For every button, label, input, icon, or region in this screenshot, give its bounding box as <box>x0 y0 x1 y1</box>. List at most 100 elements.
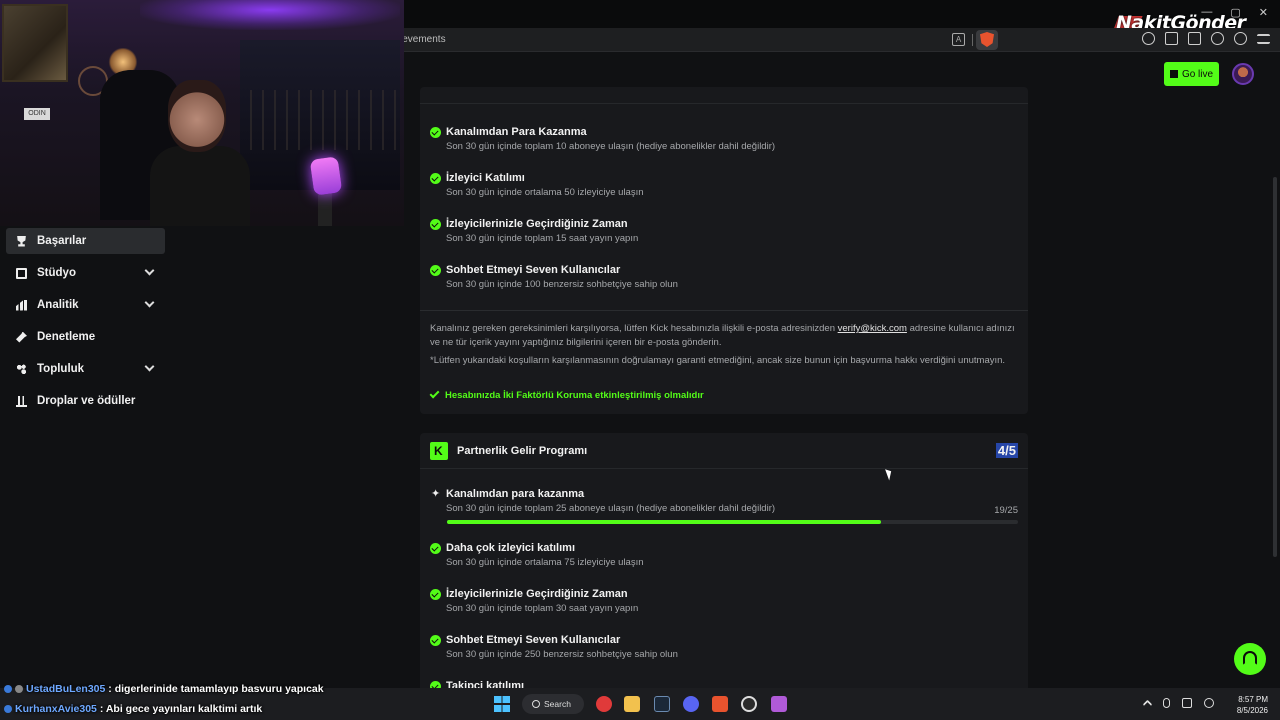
scroll-thumb[interactable] <box>1273 177 1277 557</box>
webcam-person-body <box>150 146 250 226</box>
webcam-city-lights <box>250 90 400 150</box>
chevron-down-icon <box>144 361 155 372</box>
card-divider <box>420 103 1028 104</box>
wrench-icon <box>16 331 27 343</box>
translate-icon[interactable]: A <box>952 33 965 46</box>
app-icon[interactable] <box>771 696 787 712</box>
network-icon[interactable] <box>1182 698 1192 708</box>
webcam-painting <box>2 4 68 82</box>
check-circle-icon <box>430 589 441 600</box>
webcam-person-head <box>168 80 226 152</box>
vpn-shield-icon[interactable] <box>1234 32 1247 45</box>
requirement-title: Sohbet Etmeyi Seven Kullanıcılar <box>446 634 621 646</box>
media-icon[interactable] <box>1142 32 1155 45</box>
sidebar-item-label: Başarılar <box>37 235 87 247</box>
sidebar-toggle-icon[interactable] <box>1165 32 1178 45</box>
chat-username: KurhanxAvie305 <box>15 703 97 715</box>
webcam-sign: ODIN <box>24 108 50 120</box>
drops-icon <box>16 395 27 407</box>
requirement-desc: Son 30 gün içinde 250 benzersiz sohbetçi… <box>446 649 678 660</box>
requirement-title: Kanalımdan Para Kazanma <box>446 126 587 138</box>
sidebar-item-moderation[interactable]: Denetleme <box>6 324 165 350</box>
badge-icon <box>4 685 12 694</box>
sidebar-item-label: Droplar ve ödüller <box>37 395 136 407</box>
requirement-desc: Son 30 gün içinde ortalama 50 izleyiciye… <box>446 187 644 198</box>
sparkle-icon: ✦ <box>431 488 441 500</box>
app-icon[interactable] <box>596 696 612 712</box>
page-scrollbar[interactable] <box>1270 97 1280 687</box>
check-circle-icon <box>430 219 441 230</box>
twofa-requirement: Hesabınızda İki Faktörlü Koruma etkinleş… <box>429 388 704 401</box>
sidebar-item-community[interactable]: Topluluk <box>6 356 165 382</box>
check-circle-icon <box>430 635 441 646</box>
badge-icon <box>4 705 12 714</box>
sidebar: Başarılar Stüdyo Analitik Denetleme Topl… <box>0 226 172 686</box>
taskbar-search[interactable]: Search <box>522 694 584 714</box>
webcam-microphone <box>309 156 343 196</box>
progress-bar-fill <box>447 520 881 524</box>
sidebar-item-label: Topluluk <box>37 363 85 375</box>
trophy-icon <box>17 235 26 247</box>
chevron-down-icon <box>144 265 155 276</box>
wallet-icon[interactable] <box>1188 32 1201 45</box>
chat-text: : digerlerinide tamamlayıp basvuru yapıc… <box>108 683 324 695</box>
chat-text: : Abi gece yayınları kalktimi artık <box>99 703 263 715</box>
discord-icon[interactable] <box>683 696 699 712</box>
sidebar-item-studio[interactable]: Stüdyo <box>6 260 165 286</box>
volume-icon[interactable] <box>1204 698 1214 708</box>
card-divider <box>420 310 1028 311</box>
chevron-up-icon[interactable] <box>1142 699 1153 710</box>
system-tray <box>1142 698 1214 710</box>
avatar[interactable] <box>1232 63 1254 85</box>
leo-ai-icon[interactable] <box>1211 32 1224 45</box>
checkmark-icon <box>429 388 440 399</box>
check-circle-icon <box>430 543 441 554</box>
disclaimer-note: *Lütfen yukarıdaki koşulların karşılanma… <box>430 355 1006 366</box>
divider <box>972 34 973 46</box>
community-icon <box>16 363 27 375</box>
kick-logo-icon <box>1169 70 1178 78</box>
sidebar-item-label: Stüdyo <box>37 267 76 279</box>
requirement-desc: Son 30 gün içinde toplam 30 saat yayın y… <box>446 603 639 614</box>
check-circle-icon <box>430 127 441 138</box>
requirement-desc: Son 30 gün içinde toplam 10 aboneye ulaş… <box>446 141 776 152</box>
requirement-title: İzleyicilerinizle Geçirdiğiniz Zaman <box>446 218 628 230</box>
chat-username: UstadBuLen305 <box>26 683 106 695</box>
sidebar-item-analytics[interactable]: Analitik <box>6 292 165 318</box>
steam-icon[interactable] <box>654 696 670 712</box>
note-text: Kanalınız gereken gereksinimleri karşılı… <box>430 323 838 334</box>
obs-icon[interactable] <box>741 696 757 712</box>
webcam-mic-stand <box>318 192 332 226</box>
partner-score: 4/5 <box>995 443 1018 458</box>
url-text[interactable]: ievements <box>400 34 446 45</box>
go-live-label: Go live <box>1181 68 1214 80</box>
support-chat-button[interactable] <box>1234 643 1266 675</box>
chat-message: KurhanxAvie305 : Abi gece yayınları kalk… <box>4 703 262 715</box>
taskbar-clock[interactable]: 8:57 PM 8/5/2026 <box>1237 694 1268 716</box>
brave-browser-icon[interactable] <box>712 696 728 712</box>
browser-toolbar <box>1142 32 1270 45</box>
badge-icon <box>15 685 23 694</box>
menu-icon[interactable] <box>1257 34 1270 44</box>
close-window-button[interactable]: ✕ <box>1259 6 1268 19</box>
chat-message: UstadBuLen305 : digerlerinide tamamlayıp… <box>4 683 324 695</box>
go-live-button[interactable]: Go live <box>1164 62 1219 86</box>
requirement-title: Kanalımdan para kazanma <box>446 488 585 500</box>
sidebar-item-achievements[interactable]: Başarılar <box>6 228 165 254</box>
webcam-person <box>150 80 260 226</box>
clock-date: 8/5/2026 <box>1236 706 1268 715</box>
webcam-overlay: ODIN <box>0 0 404 226</box>
requirement-desc: Son 30 gün içinde toplam 15 saat yayın y… <box>446 233 639 244</box>
sidebar-item-drops[interactable]: Droplar ve ödüller <box>6 388 165 414</box>
stream-chat-overlay: UstadBuLen305 : digerlerinide tamamlayıp… <box>0 681 420 720</box>
windows-start-icon[interactable] <box>494 696 510 712</box>
verify-email-link[interactable]: verify@kick.com <box>838 323 907 334</box>
progress-bar <box>447 520 1018 524</box>
check-circle-icon <box>430 265 441 276</box>
requirement-desc: Son 30 gün içinde 100 benzersiz sohbetçi… <box>446 279 678 290</box>
twofa-text: Hesabınızda İki Faktörlü Koruma etkinleş… <box>445 390 704 401</box>
webcam-light <box>140 0 400 30</box>
microphone-icon[interactable] <box>1163 698 1170 708</box>
verification-note: Kanalınız gereken gereksinimleri karşılı… <box>430 322 1020 349</box>
file-explorer-icon[interactable] <box>624 696 640 712</box>
